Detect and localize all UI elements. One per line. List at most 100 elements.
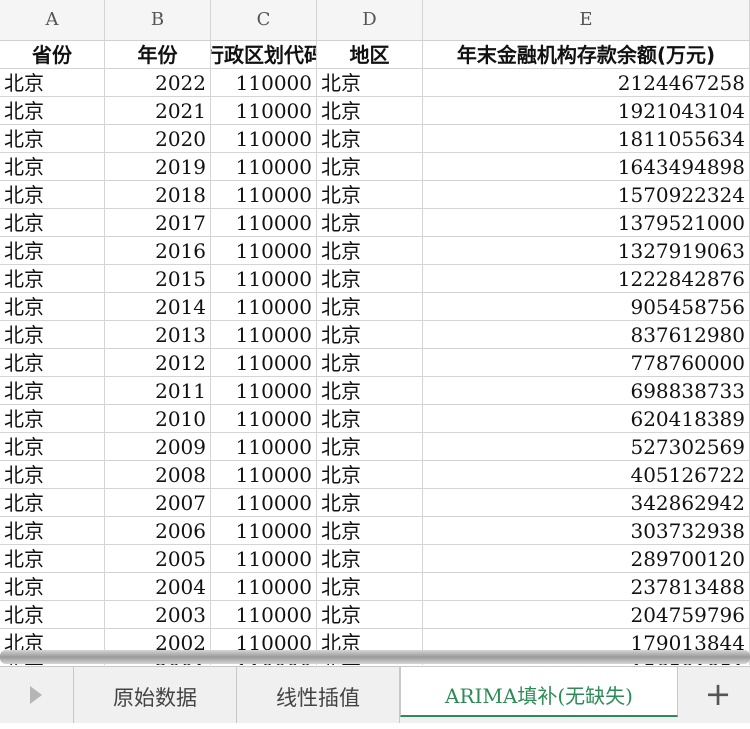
cell-region[interactable]: 北京 [317,69,423,97]
cell-province[interactable]: 北京 [0,153,105,181]
cell-region[interactable]: 北京 [317,209,423,237]
cell-region[interactable]: 北京 [317,573,423,601]
cell-region[interactable]: 北京 [317,377,423,405]
cell-admin-code[interactable]: 110000 [211,405,317,433]
cell-year[interactable]: 2011 [105,377,211,405]
cell-admin-code[interactable]: 110000 [211,545,317,573]
cell-region[interactable]: 北京 [317,405,423,433]
column-header-b[interactable]: B [105,0,211,40]
column-header-d[interactable]: D [317,0,423,40]
cell-deposit-balance[interactable]: 237813488 [423,573,750,601]
cell-region[interactable]: 北京 [317,181,423,209]
cell-region[interactable]: 北京 [317,237,423,265]
cell-year[interactable]: 2004 [105,573,211,601]
cell-region[interactable]: 北京 [317,153,423,181]
cell-province[interactable]: 北京 [0,293,105,321]
cell-region[interactable]: 北京 [317,293,423,321]
cell-province[interactable]: 北京 [0,573,105,601]
column-header-e[interactable]: E [423,0,750,40]
header-cell-province[interactable]: 省份 [0,41,105,69]
cell-province[interactable]: 北京 [0,489,105,517]
cell-admin-code[interactable]: 110000 [211,293,317,321]
cell-year[interactable]: 2017 [105,209,211,237]
cell-region[interactable]: 北京 [317,489,423,517]
cell-deposit-balance[interactable]: 1921043104 [423,97,750,125]
cell-year[interactable]: 2021 [105,97,211,125]
cell-deposit-balance[interactable]: 1811055634 [423,125,750,153]
cell-deposit-balance[interactable]: 905458756 [423,293,750,321]
cell-year[interactable]: 2016 [105,237,211,265]
cell-year[interactable]: 2008 [105,461,211,489]
header-cell-region[interactable]: 地区 [317,41,423,69]
cell-province[interactable]: 北京 [0,601,105,629]
cell-deposit-balance[interactable]: 837612980 [423,321,750,349]
cell-province[interactable]: 北京 [0,69,105,97]
cell-year[interactable]: 2020 [105,125,211,153]
cell-province[interactable]: 北京 [0,405,105,433]
cell-admin-code[interactable]: 110000 [211,461,317,489]
cell-deposit-balance[interactable]: 1643494898 [423,153,750,181]
cell-region[interactable]: 北京 [317,433,423,461]
cell-deposit-balance[interactable]: 1570922324 [423,181,750,209]
cell-year[interactable]: 2010 [105,405,211,433]
cell-admin-code[interactable]: 110000 [211,517,317,545]
cell-deposit-balance[interactable]: 342862942 [423,489,750,517]
cell-year[interactable]: 2015 [105,265,211,293]
cell-admin-code[interactable]: 110000 [211,489,317,517]
cell-province[interactable]: 北京 [0,181,105,209]
cell-year[interactable]: 2007 [105,489,211,517]
cell-year[interactable]: 2018 [105,181,211,209]
cell-year[interactable]: 2022 [105,69,211,97]
cell-region[interactable]: 北京 [317,517,423,545]
cell-deposit-balance[interactable]: 303732938 [423,517,750,545]
cell-year[interactable]: 2014 [105,293,211,321]
cell-year[interactable]: 2013 [105,321,211,349]
column-header-a[interactable]: A [0,0,105,40]
cell-region[interactable]: 北京 [317,265,423,293]
header-cell-year[interactable]: 年份 [105,41,211,69]
cell-region[interactable]: 北京 [317,545,423,573]
plus-icon[interactable]: + [700,677,736,713]
cell-year[interactable]: 2003 [105,601,211,629]
cell-province[interactable]: 北京 [0,349,105,377]
cell-year[interactable]: 2019 [105,153,211,181]
cell-province[interactable]: 北京 [0,433,105,461]
cell-province[interactable]: 北京 [0,517,105,545]
cell-admin-code[interactable]: 110000 [211,97,317,125]
cell-admin-code[interactable]: 110000 [211,237,317,265]
cell-region[interactable]: 北京 [317,461,423,489]
cell-deposit-balance[interactable]: 2124467258 [423,69,750,97]
cell-deposit-balance[interactable]: 1222842876 [423,265,750,293]
cell-deposit-balance[interactable]: 204759796 [423,601,750,629]
cell-admin-code[interactable]: 110000 [211,349,317,377]
cell-deposit-balance[interactable]: 698838733 [423,377,750,405]
cell-admin-code[interactable]: 110000 [211,209,317,237]
cell-region[interactable]: 北京 [317,601,423,629]
cell-admin-code[interactable]: 110000 [211,321,317,349]
cell-province[interactable]: 北京 [0,377,105,405]
cell-province[interactable]: 北京 [0,209,105,237]
cell-province[interactable]: 北京 [0,461,105,489]
cell-admin-code[interactable]: 110000 [211,153,317,181]
column-header-c[interactable]: C [211,0,317,40]
cell-region[interactable]: 北京 [317,97,423,125]
cell-province[interactable]: 北京 [0,237,105,265]
sheet-nav-button[interactable] [0,667,74,723]
cell-year[interactable]: 2005 [105,545,211,573]
cell-admin-code[interactable]: 110000 [211,377,317,405]
cell-admin-code[interactable]: 110000 [211,601,317,629]
cell-province[interactable]: 北京 [0,321,105,349]
cell-deposit-balance[interactable]: 1379521000 [423,209,750,237]
header-cell-admin-code[interactable]: 行政区划代码 [211,41,317,69]
cell-deposit-balance[interactable]: 289700120 [423,545,750,573]
cell-deposit-balance[interactable]: 527302569 [423,433,750,461]
sheet-tab-linear-interpolation[interactable]: 线性插值 [237,667,400,723]
sheet-tab-arima[interactable]: ARIMA填补(无缺失) [400,667,678,717]
cell-deposit-balance[interactable]: 1327919063 [423,237,750,265]
cell-admin-code[interactable]: 110000 [211,265,317,293]
cell-year[interactable]: 2009 [105,433,211,461]
sheet-tab-raw-data[interactable]: 原始数据 [74,667,237,723]
header-cell-deposit-balance[interactable]: 年末金融机构存款余额(万元) [423,41,750,69]
cell-region[interactable]: 北京 [317,125,423,153]
cell-admin-code[interactable]: 110000 [211,573,317,601]
